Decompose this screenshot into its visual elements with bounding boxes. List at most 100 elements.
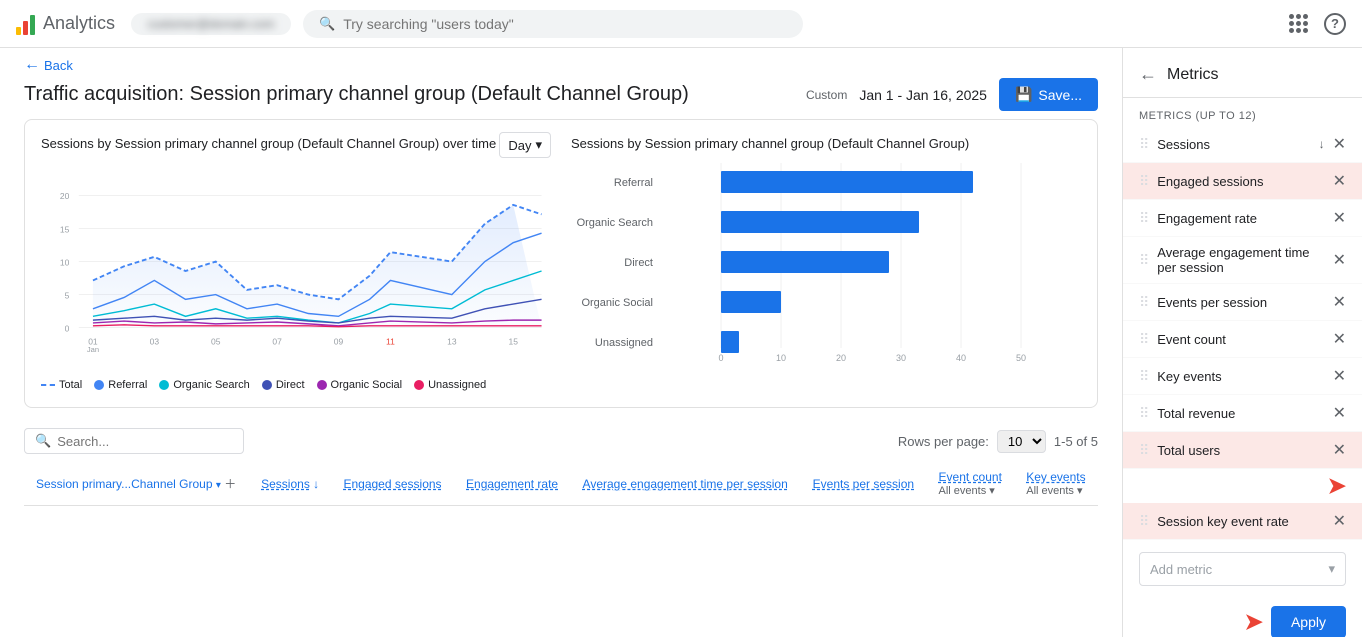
- svg-text:03: 03: [150, 337, 160, 347]
- table-search-input[interactable]: [57, 434, 233, 449]
- svg-text:20: 20: [836, 353, 846, 363]
- header-right: ?: [1289, 13, 1346, 35]
- remove-total-revenue[interactable]: ✕: [1333, 403, 1346, 423]
- add-metric-arrow-icon: ▾: [1328, 561, 1335, 577]
- drag-handle-total-revenue[interactable]: ⠿: [1139, 405, 1149, 422]
- svg-text:10: 10: [776, 353, 786, 363]
- svg-text:50: 50: [1016, 353, 1026, 363]
- logo-area: Analytics: [16, 13, 115, 35]
- drag-handle-avg-engagement[interactable]: ⠿: [1139, 252, 1149, 269]
- bar-labels: Referral Organic Search Direct Organic S…: [571, 163, 661, 363]
- rows-control: Rows per page: 10 25 50 1-5 of 5: [898, 430, 1098, 453]
- top-bar: ← Back: [0, 48, 1122, 78]
- panel-back-button[interactable]: ←: [1139, 64, 1157, 85]
- search-input[interactable]: [343, 16, 787, 32]
- legend-organic-search-label: Organic Search: [173, 379, 249, 391]
- legend-referral-label: Referral: [108, 379, 147, 391]
- bar-label-organic-search: Organic Search: [571, 217, 653, 229]
- svg-text:15: 15: [60, 224, 70, 234]
- add-metric-select[interactable]: Add metric ▾: [1139, 552, 1346, 586]
- drag-handle-event-count[interactable]: ⠿: [1139, 331, 1149, 348]
- metric-row-key-events: ⠿ Key events ✕: [1123, 358, 1362, 395]
- remove-events-per-session[interactable]: ✕: [1333, 292, 1346, 312]
- panel-header: ← Metrics: [1123, 48, 1362, 98]
- back-link[interactable]: ← Back: [24, 56, 73, 74]
- search-icon: 🔍: [319, 16, 335, 32]
- col-avg-engagement[interactable]: Average engagement time per session: [571, 462, 801, 506]
- col-events-per-session[interactable]: Events per session: [801, 462, 927, 506]
- back-arrow-icon: ←: [24, 56, 40, 74]
- table-wrap: Session primary...Channel Group ▾ ＋ Sess…: [24, 462, 1098, 506]
- col-engaged-sessions[interactable]: Engaged sessions: [331, 462, 454, 506]
- pagination-info: 1-5 of 5: [1054, 434, 1098, 449]
- metric-row-engaged-sessions: ⠿ Engaged sessions ✕: [1123, 163, 1362, 200]
- grid-icon[interactable]: [1289, 14, 1308, 33]
- rows-label: Rows per page:: [898, 434, 989, 449]
- drag-handle-events-per-session[interactable]: ⠿: [1139, 294, 1149, 311]
- legend-total-label: Total: [59, 379, 82, 391]
- bar-label-unassigned: Unassigned: [571, 337, 653, 349]
- add-column-icon[interactable]: ＋: [224, 477, 236, 491]
- legend-organic-social-label: Organic Social: [331, 379, 403, 391]
- col-engagement-rate[interactable]: Engagement rate: [454, 462, 571, 506]
- apply-button[interactable]: Apply: [1271, 606, 1346, 637]
- right-panel: ← Metrics METRICS (UP TO 12) ⠿ Sessions …: [1122, 48, 1362, 637]
- legend: Total Referral Organic Search Direc: [41, 379, 551, 391]
- main-layout: ← Back Traffic acquisition: Session prim…: [0, 48, 1362, 637]
- col-key-events-filter[interactable]: All events ▾: [1026, 484, 1086, 497]
- account-label: customer@domain.com: [148, 17, 275, 31]
- remove-engaged-sessions[interactable]: ✕: [1333, 171, 1346, 191]
- legend-direct-label: Direct: [276, 379, 305, 391]
- rows-select[interactable]: 10 25 50: [997, 430, 1046, 453]
- remove-session-key-event-rate[interactable]: ✕: [1333, 511, 1346, 531]
- left-chart: Sessions by Session primary channel grou…: [41, 136, 551, 391]
- col-sessions-sort-icon: ↓: [313, 477, 319, 491]
- col-sessions[interactable]: Sessions ↓: [249, 462, 331, 506]
- drag-handle-session-key-event-rate[interactable]: ⠿: [1139, 513, 1149, 530]
- account-pill[interactable]: customer@domain.com: [131, 13, 291, 35]
- drag-handle-engaged-sessions[interactable]: ⠿: [1139, 173, 1149, 190]
- remove-event-count[interactable]: ✕: [1333, 329, 1346, 349]
- col-channel-sort-icon: ▾: [216, 480, 221, 491]
- legend-referral-icon: [94, 380, 104, 390]
- col-engagement-rate-label: Engagement rate: [466, 477, 558, 491]
- col-event-count-filter[interactable]: All events ▾: [939, 484, 1003, 497]
- content-area: ← Back Traffic acquisition: Session prim…: [0, 48, 1122, 637]
- table-search-bar[interactable]: 🔍: [24, 428, 244, 454]
- remove-engagement-rate[interactable]: ✕: [1333, 208, 1346, 228]
- svg-text:11: 11: [386, 337, 395, 347]
- col-event-count[interactable]: Event count All events ▾: [927, 462, 1015, 506]
- day-dropdown[interactable]: Day ▾: [499, 132, 551, 158]
- table-section: 🔍 Rows per page: 10 25 50 1-5 of 5: [0, 420, 1122, 637]
- metric-name-total-revenue: Total revenue: [1157, 406, 1324, 421]
- svg-text:30: 30: [896, 353, 906, 363]
- metric-name-session-key-event-rate: Session key event rate: [1157, 514, 1324, 529]
- metric-row-total-revenue: ⠿ Total revenue ✕: [1123, 395, 1362, 432]
- sort-arrow-sessions[interactable]: ↓: [1319, 137, 1325, 151]
- day-dropdown-label: Day: [508, 138, 531, 153]
- add-metric-row: Add metric ▾: [1123, 540, 1362, 598]
- svg-text:0: 0: [65, 323, 70, 333]
- remove-total-users[interactable]: ✕: [1333, 440, 1346, 460]
- drag-handle-sessions[interactable]: ⠿: [1139, 136, 1149, 153]
- table-search-icon: 🔍: [35, 433, 51, 449]
- metric-name-event-count: Event count: [1157, 332, 1324, 347]
- bar-label-referral: Referral: [571, 177, 653, 189]
- drag-handle-total-users[interactable]: ⠿: [1139, 442, 1149, 459]
- remove-avg-engagement[interactable]: ✕: [1333, 250, 1346, 270]
- charts-row: Sessions by Session primary channel grou…: [41, 136, 1081, 391]
- arrow-indicator-container: ➤: [1123, 469, 1362, 503]
- metric-name-key-events: Key events: [1157, 369, 1324, 384]
- remove-sessions[interactable]: ✕: [1333, 134, 1346, 154]
- save-button[interactable]: 💾 Save...: [999, 78, 1098, 111]
- col-channel[interactable]: Session primary...Channel Group ▾ ＋: [24, 462, 249, 506]
- drag-handle-key-events[interactable]: ⠿: [1139, 368, 1149, 385]
- search-bar[interactable]: 🔍: [303, 10, 803, 38]
- svg-text:5: 5: [65, 290, 70, 300]
- apply-arrow-icon: ➤: [1245, 609, 1263, 635]
- help-icon[interactable]: ?: [1324, 13, 1346, 35]
- legend-unassigned-label: Unassigned: [428, 379, 486, 391]
- drag-handle-engagement-rate[interactable]: ⠿: [1139, 210, 1149, 227]
- remove-key-events[interactable]: ✕: [1333, 366, 1346, 386]
- col-key-events[interactable]: Key events All events ▾: [1014, 462, 1098, 506]
